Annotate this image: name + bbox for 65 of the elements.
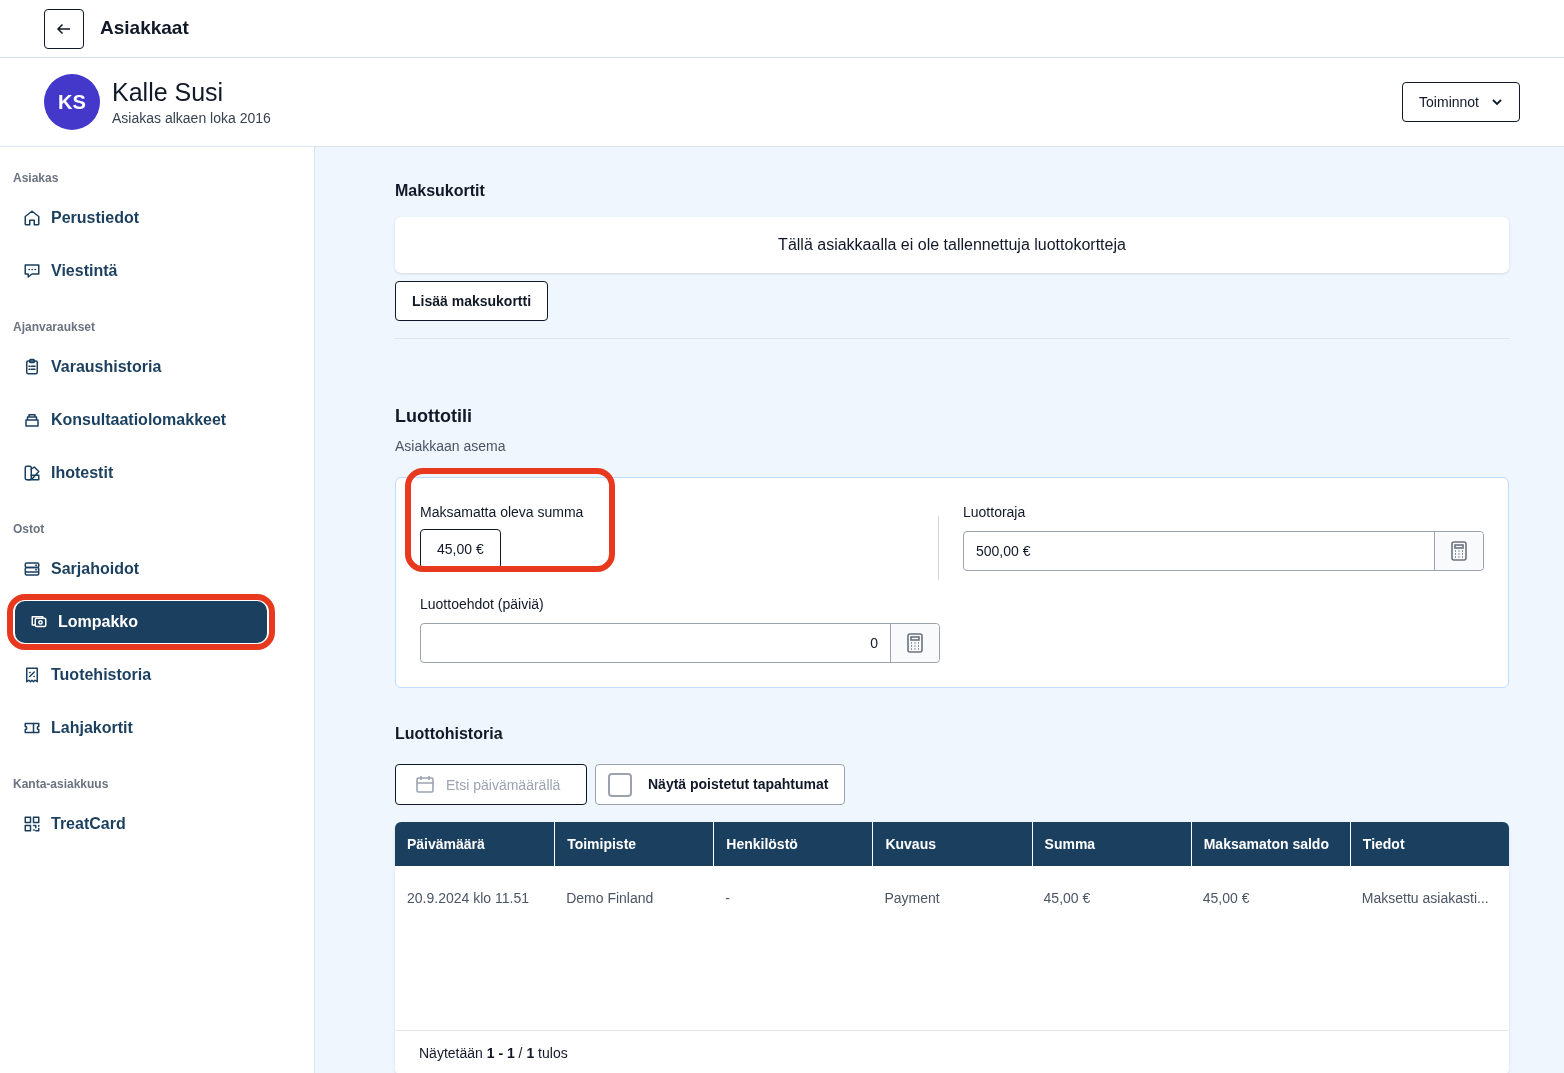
table-cell-text: 45,00 € [1042,888,1092,908]
stacked-cards-icon [23,560,41,578]
show-deleted-toggle[interactable]: Näytä poistetut tapahtumat [595,764,846,805]
sidebar-item[interactable]: Lompakko [15,601,267,643]
calendar-icon [415,774,435,794]
field-value: 500,00 € [975,541,1032,561]
table-cell-text: Demo Finland [565,888,655,908]
sidebar-section-heading: Ajanvaraukset [12,319,97,336]
field-value: 0 [869,633,879,653]
field-label: Luottoraja [963,503,1027,522]
credit-terms-field[interactable]: 0 [420,623,940,663]
sidebar-item[interactable]: Ihotestit [8,452,274,494]
calculator-icon [1451,541,1467,561]
sidebar-item[interactable]: TreatCard [8,803,274,845]
page-title: Asiakkaat [100,16,189,41]
avatar: KS [44,74,100,130]
table-cell-text: - [724,888,731,908]
date-search-field[interactable]: Etsi päivämäärällä [395,764,587,805]
sidebar-item[interactable]: Perustiedot [8,197,274,239]
sidebar-section-heading: Asiakas [12,170,60,187]
empty-cards-message: Tällä asiakkaalla ei ole tallennettuja luottokortteja [395,217,1509,273]
tray-icon [23,411,41,429]
table-cell-text: Maksettu asiakasti... [1360,888,1490,908]
receipt-icon [23,666,41,684]
column-header[interactable]: Kuvaus [872,822,1032,866]
sidebar-item[interactable]: Varaushistoria [8,346,274,388]
calculator-button[interactable] [1434,532,1483,570]
qr-code-icon [23,815,41,833]
chat-bubble-icon [23,262,41,280]
results-count: Näytetään 1 - 1 / 1 tulos [419,1043,568,1063]
table-cell-text: Payment [883,888,941,908]
back-button[interactable] [44,8,84,49]
chevron-down-icon [1491,96,1503,108]
column-header[interactable]: Päivämäärä [395,822,555,866]
field-label: Maksamatta oleva summa [420,503,584,522]
sidebar-item[interactable]: Viestintä [8,250,274,292]
table-cell-text: 20.9.2024 klo 11.51 [406,888,530,908]
add-card-button[interactable]: Lisää maksukortti [395,281,549,321]
section-title: Maksukortit [395,181,486,201]
customer-since: Asiakas alkaen loka 2016 [112,108,271,128]
section-title: Luottohistoria [395,724,504,744]
table-cell-text: 45,00 € [1201,888,1251,908]
column-header[interactable]: Henkilöstö [713,822,873,866]
column-header[interactable]: Maksamaton saldo [1190,822,1350,866]
column-header[interactable]: Summa [1031,822,1191,866]
calculator-icon [907,633,923,653]
sidebar-item[interactable]: Lahjakortit [8,707,274,749]
column-header[interactable]: Toimipiste [554,822,714,866]
swatch-icon [23,464,41,482]
credit-limit-field[interactable]: 500,00 € [963,531,1484,571]
sidebar-section-heading: Kanta-asiakkuus [12,776,110,793]
column-header[interactable]: Tiedot [1349,822,1509,866]
clipboard-icon [23,358,41,376]
calculator-button[interactable] [890,624,939,662]
home-icon [23,209,41,227]
actions-dropdown[interactable]: Toiminnot [1402,82,1520,122]
sidebar-item[interactable]: Sarjahoidot [8,548,274,590]
checkbox[interactable] [608,772,632,797]
sidebar-item[interactable]: Konsultaatiolomakkeet [8,399,274,441]
section-title: Luottotili [395,405,473,428]
field-label: Luottoehdot (päiviä) [420,595,545,614]
sidebar-section-heading: Ostot [12,521,46,538]
section-subtitle: Asiakkaan asema [395,437,507,456]
sidebar-item[interactable]: Tuotehistoria [8,654,274,696]
customer-name: Kalle Susi [112,76,225,108]
